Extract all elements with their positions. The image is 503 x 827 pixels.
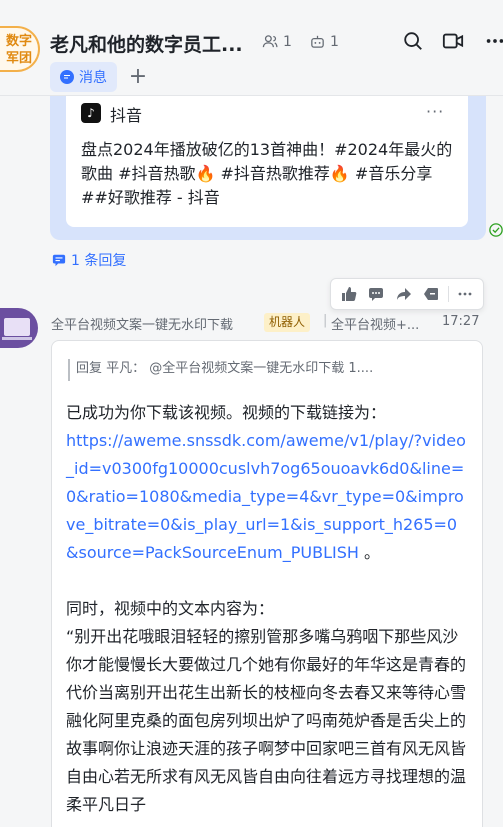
download-link[interactable]: https://aweme.snssdk.com/aweme/v1/play/?… bbox=[66, 431, 466, 562]
chat-title[interactable]: 老凡和他的数字员工... bbox=[50, 30, 255, 57]
card-text: 盘点2024年播放破亿的13首神曲！#2024年最火的歌曲 #抖音热歌🔥 #抖音… bbox=[81, 140, 453, 207]
chat-header: 数字军团 老凡和他的数字员工... 1 1 消息 + bbox=[0, 0, 503, 96]
message-body: 已成功为你下载该视频。视频的下载链接为： https://aweme.snssd… bbox=[66, 399, 468, 567]
video-call-icon[interactable] bbox=[442, 30, 464, 52]
bot-badge: 机器人 bbox=[264, 313, 311, 332]
member-count[interactable]: 1 bbox=[262, 33, 292, 50]
read-check-icon bbox=[489, 223, 503, 237]
quote-reply-icon[interactable] bbox=[420, 283, 442, 305]
members-icon bbox=[262, 35, 278, 48]
forward-icon[interactable] bbox=[393, 283, 415, 305]
tab-messages-label: 消息 bbox=[79, 70, 107, 86]
douyin-logo-icon: ♪ bbox=[81, 103, 101, 123]
transcript-text: “别开出花哦眼泪轻轻的擦别管那多嘴乌鸦咽下那些风沙你才能慢慢长大要做过几个她有你… bbox=[66, 627, 467, 814]
sender-separator: | bbox=[323, 313, 328, 328]
search-icon[interactable] bbox=[402, 30, 424, 52]
download-link-line: https://aweme.snssdk.com/aweme/v1/play/?… bbox=[66, 427, 468, 567]
reply-count-link[interactable]: 1 条回复 bbox=[52, 250, 126, 270]
reply-quote[interactable]: 回复 平凡： @全平台视频文案一键无水印下载 1.... bbox=[68, 359, 463, 381]
laptop-icon bbox=[4, 318, 30, 336]
laptop-base bbox=[2, 337, 32, 340]
link-suffix: 。 bbox=[358, 543, 380, 562]
more-actions-icon[interactable] bbox=[454, 283, 476, 305]
member-count-value: 1 bbox=[283, 33, 292, 50]
card-more-button[interactable]: ··· bbox=[426, 102, 444, 121]
bot-avatar[interactable] bbox=[0, 308, 38, 348]
sender-secondary-name: 全平台视频+... bbox=[331, 318, 420, 333]
action-divider bbox=[447, 286, 449, 302]
message-time: 17:27 bbox=[442, 314, 480, 329]
group-avatar[interactable]: 数字军团 bbox=[0, 26, 40, 72]
sender-name[interactable]: 全平台视频文案一键无水印下载 bbox=[51, 314, 233, 333]
comment-reply-icon[interactable] bbox=[365, 283, 387, 305]
message-transcript: 同时，视频中的文本内容为： “别开出花哦眼泪轻轻的擦别管那多嘴乌鸦咽下那些风沙你… bbox=[66, 595, 468, 819]
more-icon[interactable] bbox=[484, 30, 503, 52]
message-action-bar bbox=[330, 278, 484, 310]
reply-count-label: 1 条回复 bbox=[71, 253, 127, 269]
tab-messages[interactable]: 消息 bbox=[50, 62, 117, 92]
bot-count[interactable]: 1 bbox=[309, 33, 339, 50]
add-tab-button[interactable]: + bbox=[128, 62, 148, 92]
comment-icon bbox=[52, 254, 66, 267]
bot-count-value: 1 bbox=[330, 33, 339, 50]
transcript-heading: 同时，视频中的文本内容为： bbox=[66, 599, 275, 618]
message-icon bbox=[60, 70, 74, 84]
bot-icon bbox=[311, 35, 324, 48]
message-intro: 已成功为你下载该视频。视频的下载链接为： bbox=[66, 403, 387, 422]
card-source-name: 抖音 bbox=[110, 106, 143, 125]
thumbs-up-icon[interactable] bbox=[338, 283, 360, 305]
